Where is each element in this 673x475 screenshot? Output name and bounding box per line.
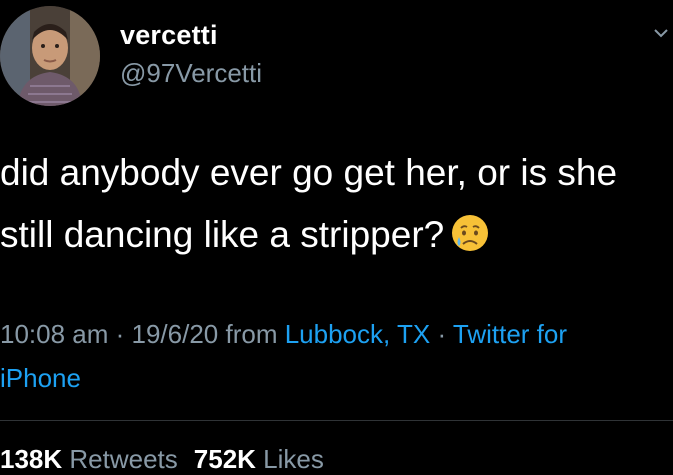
client-link-part-2[interactable]: iPhone	[0, 356, 673, 400]
location-link[interactable]: Lubbock, TX	[285, 319, 431, 349]
avatar[interactable]	[0, 6, 100, 106]
sad-but-relieved-face-icon	[452, 215, 489, 251]
tweet-meta: 10:08 am · 19/6/20 from Lubbock, TX · Tw…	[0, 312, 673, 400]
tweet-text-line-1: did anybody ever go get her, or is she	[0, 152, 618, 193]
tweet-stats: 138K Retweets 752K Likes	[0, 444, 324, 475]
likes-stat[interactable]: 752K Likes	[194, 444, 324, 474]
tweet-text-line-2-content: still dancing like a stripper?	[0, 214, 445, 255]
likes-count: 752K	[193, 444, 256, 474]
user-handle[interactable]: @97Vercetti	[120, 58, 262, 89]
tweet-card: vercetti @97Vercetti did anybody ever go…	[0, 0, 673, 475]
tweet-time: 10:08 am	[0, 319, 109, 349]
likes-label: Likes	[263, 444, 324, 474]
client-link-part-1[interactable]: Twitter for	[453, 319, 567, 349]
divider	[0, 420, 673, 421]
retweets-stat[interactable]: 138K Retweets	[0, 444, 178, 474]
retweets-count: 138K	[0, 444, 63, 474]
retweets-label: Retweets	[69, 444, 178, 474]
from-label: from	[218, 319, 285, 349]
meta-separator-2: ·	[430, 319, 453, 349]
meta-separator: ·	[108, 319, 132, 349]
chevron-down-icon[interactable]	[652, 26, 670, 40]
display-name[interactable]: vercetti	[120, 20, 218, 51]
tweet-text-line-2: still dancing like a stripper?	[0, 204, 673, 266]
tweet-date: 19/6/20	[131, 319, 219, 349]
avatar-image	[0, 6, 100, 106]
tweet-text: did anybody ever go get her, or is she s…	[0, 142, 673, 266]
